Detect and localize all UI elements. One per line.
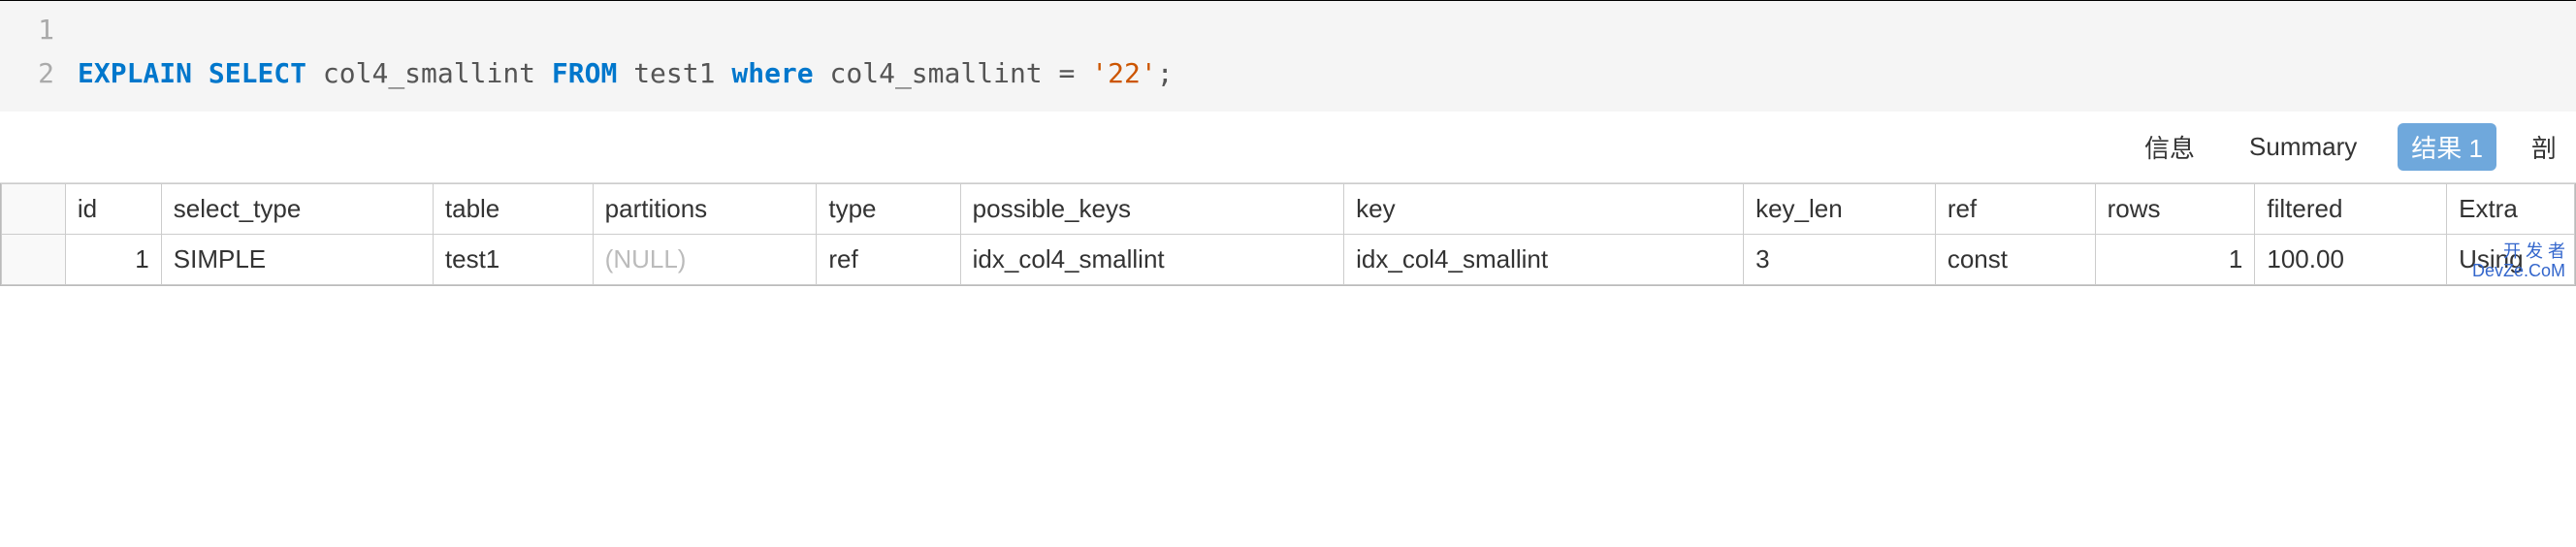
result-tabs: 信息 Summary 结果 1 剖 bbox=[0, 112, 2576, 183]
col-header-possible_keys[interactable]: possible_keys bbox=[960, 183, 1343, 234]
cell-select_type[interactable]: SIMPLE bbox=[161, 234, 433, 284]
col-header-table[interactable]: table bbox=[433, 183, 593, 234]
token-kw: EXPLAIN bbox=[78, 57, 192, 89]
line-content[interactable]: EXPLAIN SELECT col4_smallint FROM test1 … bbox=[78, 52, 1174, 96]
cell-filtered[interactable]: 100.00 bbox=[2255, 234, 2447, 284]
col-header-Extra[interactable]: Extra bbox=[2447, 183, 2575, 234]
col-header-select_type[interactable]: select_type bbox=[161, 183, 433, 234]
token-kw: FROM bbox=[552, 57, 617, 89]
cell-table[interactable]: test1 bbox=[433, 234, 593, 284]
cell-key_len[interactable]: 3 bbox=[1744, 234, 1936, 284]
col-header-key[interactable]: key bbox=[1344, 183, 1744, 234]
tab-result-1[interactable]: 结果 1 bbox=[2398, 123, 2496, 171]
sql-editor[interactable]: 12EXPLAIN SELECT col4_smallint FROM test… bbox=[0, 0, 2576, 112]
token-ident: col4_smallint bbox=[830, 57, 1059, 89]
row-handle[interactable] bbox=[2, 234, 66, 284]
token-punct: = bbox=[1059, 57, 1076, 89]
line-number: 1 bbox=[0, 9, 78, 52]
line-number: 2 bbox=[0, 52, 78, 96]
tab-summary[interactable]: Summary bbox=[2236, 126, 2370, 168]
cell-key[interactable]: idx_col4_smallint bbox=[1344, 234, 1744, 284]
tab-extra[interactable]: 剖 bbox=[2524, 129, 2557, 165]
row-handle-header bbox=[2, 183, 66, 234]
table-row[interactable]: 1SIMPLEtest1(NULL)refidx_col4_smallintid… bbox=[2, 234, 2575, 284]
cell-id[interactable]: 1 bbox=[65, 234, 161, 284]
token-kw: SELECT bbox=[209, 57, 306, 89]
cell-rows[interactable]: 1 bbox=[2095, 234, 2255, 284]
editor-line[interactable]: 1 bbox=[0, 9, 2576, 52]
result-table: idselect_typetablepartitionstypepossible… bbox=[1, 183, 2575, 285]
table-header-row: idselect_typetablepartitionstypepossible… bbox=[2, 183, 2575, 234]
col-header-type[interactable]: type bbox=[817, 183, 960, 234]
col-header-filtered[interactable]: filtered bbox=[2255, 183, 2447, 234]
editor-line[interactable]: 2EXPLAIN SELECT col4_smallint FROM test1… bbox=[0, 52, 2576, 96]
col-header-ref[interactable]: ref bbox=[1935, 183, 2095, 234]
col-header-id[interactable]: id bbox=[65, 183, 161, 234]
tab-info[interactable]: 信息 bbox=[2131, 123, 2208, 171]
cell-Extra[interactable]: Using bbox=[2447, 234, 2575, 284]
cell-type[interactable]: ref bbox=[817, 234, 960, 284]
token-punct: ; bbox=[1157, 57, 1174, 89]
token-ident: col4_smallint bbox=[323, 57, 535, 89]
result-grid: idselect_typetablepartitionstypepossible… bbox=[0, 183, 2576, 286]
cell-possible_keys[interactable]: idx_col4_smallint bbox=[960, 234, 1343, 284]
col-header-key_len[interactable]: key_len bbox=[1744, 183, 1936, 234]
cell-ref[interactable]: const bbox=[1935, 234, 2095, 284]
col-header-rows[interactable]: rows bbox=[2095, 183, 2255, 234]
token-ident: test1 bbox=[633, 57, 715, 89]
token-kw: where bbox=[731, 57, 813, 89]
cell-partitions[interactable]: (NULL) bbox=[593, 234, 817, 284]
col-header-partitions[interactable]: partitions bbox=[593, 183, 817, 234]
token-str: '22' bbox=[1091, 57, 1156, 89]
